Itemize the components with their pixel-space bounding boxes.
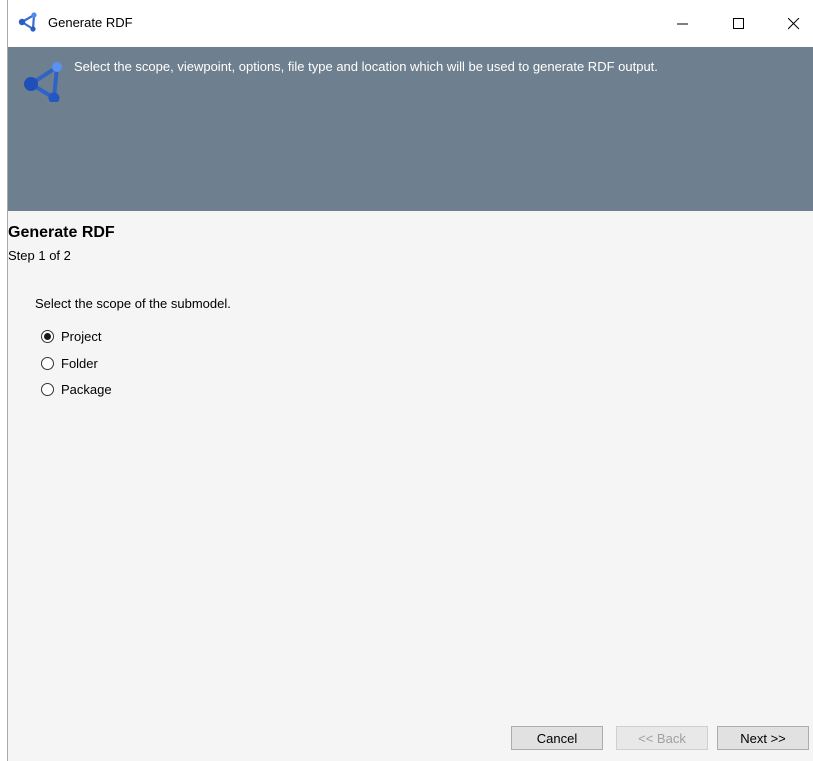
window-title: Generate RDF — [48, 15, 133, 30]
page-title: Generate RDF — [8, 224, 115, 241]
radio-button[interactable] — [41, 329, 54, 343]
radio-label-package: Package — [61, 381, 112, 397]
rdf-graph-icon — [18, 12, 40, 32]
minimize-button[interactable] — [660, 0, 706, 47]
cancel-button[interactable]: Cancel — [511, 726, 603, 750]
title-bar: Generate RDF — [8, 0, 813, 47]
radio-label-folder: Folder — [61, 355, 98, 371]
generate-rdf-dialog: Generate RDF Select the scope, viewpoint… — [7, 0, 813, 761]
maximize-icon — [733, 17, 744, 29]
back-button[interactable]: << Back — [616, 726, 708, 750]
rdf-graph-icon — [17, 56, 63, 104]
radio-button[interactable] — [41, 356, 54, 370]
minimize-icon — [677, 23, 688, 24]
radio-label-project: Project — [61, 328, 102, 344]
header-banner: Select the scope, viewpoint, options, fi… — [8, 47, 813, 211]
scope-prompt: Select the scope of the submodel. — [35, 296, 231, 311]
radio-project[interactable]: Project — [41, 327, 101, 345]
next-button[interactable]: Next >> — [717, 726, 809, 750]
maximize-button[interactable] — [716, 0, 762, 47]
radio-folder[interactable]: Folder — [41, 354, 98, 372]
radio-button[interactable] — [41, 382, 54, 396]
close-button[interactable] — [771, 0, 813, 47]
radio-package[interactable]: Package — [41, 380, 112, 398]
radio-selected-dot — [44, 332, 51, 340]
banner-description: Select the scope, viewpoint, options, fi… — [74, 59, 658, 74]
close-icon — [788, 17, 800, 29]
step-indicator: Step 1 of 2 — [8, 248, 71, 263]
